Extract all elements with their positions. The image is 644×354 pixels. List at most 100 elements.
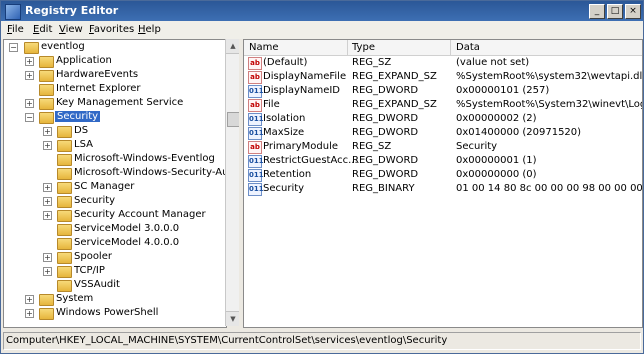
value-row[interactable]: ab File REG_EXPAND_SZ %SystemRoot%\Syste…: [244, 98, 642, 112]
tree-node-system[interactable]: + System: [4, 293, 224, 306]
tree-node-servicemodel-4[interactable]: ServiceModel 4.0.0.0: [4, 237, 224, 250]
expand-toggle-icon[interactable]: +: [43, 211, 52, 220]
tree-node-internet-explorer[interactable]: Internet Explorer: [4, 83, 224, 96]
title-bar[interactable]: Registry Editor _ □ ×: [1, 1, 643, 21]
binary-value-icon: 011: [248, 113, 264, 126]
value-row[interactable]: 011 MaxSize REG_DWORD 0x01400000 (209715…: [244, 126, 642, 140]
tree-node-label: Security: [55, 111, 101, 122]
menu-edit[interactable]: Edit: [33, 24, 52, 35]
expand-toggle-icon[interactable]: +: [25, 309, 34, 318]
tree-node-servicemodel-3[interactable]: ServiceModel 3.0.0.0: [4, 223, 224, 236]
value-type: REG_EXPAND_SZ: [352, 71, 437, 82]
column-divider[interactable]: [347, 40, 348, 55]
expand-toggle-icon[interactable]: +: [43, 197, 52, 206]
close-button[interactable]: ×: [625, 4, 641, 19]
expand-toggle-icon[interactable]: +: [25, 71, 34, 80]
value-type: REG_EXPAND_SZ: [352, 99, 437, 110]
tree-node-tcpip[interactable]: + TCP/IP: [4, 265, 224, 278]
folder-icon: [39, 70, 54, 82]
expand-toggle-icon[interactable]: +: [43, 127, 52, 136]
column-divider[interactable]: [450, 40, 451, 55]
value-name: (Default): [263, 57, 308, 68]
values-list[interactable]: Name Type Data ab (Default) REG_SZ (valu…: [243, 39, 643, 328]
registry-tree[interactable]: − eventlog + Application + HardwareEvent…: [3, 39, 227, 328]
tree-node-label: Windows PowerShell: [56, 307, 159, 318]
value-row[interactable]: ab (Default) REG_SZ (value not set): [244, 56, 642, 70]
value-name: Isolation: [263, 113, 306, 124]
column-header-name[interactable]: Name: [249, 42, 279, 53]
folder-icon: [39, 84, 54, 96]
tree-node-lsa[interactable]: + LSA: [4, 139, 224, 152]
value-name: Security: [263, 183, 305, 194]
folder-icon: [39, 294, 54, 306]
tree-node-security-child[interactable]: + Security: [4, 195, 224, 208]
tree-node-application[interactable]: + Application: [4, 55, 224, 68]
folder-icon: [57, 266, 72, 278]
value-row[interactable]: ab PrimaryModule REG_SZ Security: [244, 140, 642, 154]
tree-node-sc-manager[interactable]: + SC Manager: [4, 181, 224, 194]
folder-icon: [57, 140, 72, 152]
collapse-toggle-icon[interactable]: −: [25, 113, 34, 122]
value-data: 0x00000002 (2): [456, 113, 537, 124]
expand-toggle-icon[interactable]: +: [25, 57, 34, 66]
string-value-icon: ab: [248, 71, 262, 84]
tree-node-eventlog[interactable]: − eventlog: [4, 41, 224, 54]
tree-node-label: Application: [56, 55, 112, 66]
tree-node-vssaudit[interactable]: VSSAudit: [4, 279, 224, 292]
folder-icon: [57, 280, 72, 292]
menu-favorites[interactable]: Favorites: [89, 24, 134, 35]
menu-bar: File Edit View Favorites Help: [1, 21, 643, 39]
value-name: DisplayNameID: [263, 85, 341, 96]
menu-help[interactable]: Help: [138, 24, 161, 35]
value-type: REG_DWORD: [352, 113, 419, 124]
tree-node-security-selected[interactable]: − Security: [4, 111, 224, 124]
tree-node-microsoft-windows-eventlog[interactable]: Microsoft-Windows-Eventlog: [4, 153, 224, 166]
value-type: REG_SZ: [352, 141, 392, 152]
folder-icon: [57, 224, 72, 236]
expand-toggle-icon[interactable]: +: [25, 99, 34, 108]
tree-node-ds[interactable]: + DS: [4, 125, 224, 138]
expand-toggle-icon[interactable]: +: [43, 183, 52, 192]
tree-node-label: DS: [74, 125, 89, 136]
minimize-button[interactable]: _: [589, 4, 605, 19]
value-row[interactable]: 011 DisplayNameID REG_DWORD 0x00000101 (…: [244, 84, 642, 98]
expand-toggle-icon[interactable]: +: [43, 267, 52, 276]
value-row[interactable]: 011 Isolation REG_DWORD 0x00000002 (2): [244, 112, 642, 126]
tree-node-hardwareevents[interactable]: + HardwareEvents: [4, 69, 224, 82]
menu-file[interactable]: File: [7, 24, 24, 35]
value-type: REG_DWORD: [352, 85, 419, 96]
binary-value-icon: 011: [248, 155, 264, 168]
expand-toggle-icon[interactable]: +: [43, 253, 52, 262]
value-name: MaxSize: [263, 127, 305, 138]
tree-vertical-scrollbar[interactable]: ▲ ▼: [225, 39, 240, 326]
collapse-toggle-icon[interactable]: −: [9, 43, 18, 52]
value-row[interactable]: 011 RestrictGuestAcc... REG_DWORD 0x0000…: [244, 154, 642, 168]
tree-node-spooler[interactable]: + Spooler: [4, 251, 224, 264]
value-name: PrimaryModule: [263, 141, 339, 152]
expand-toggle-icon[interactable]: +: [43, 141, 52, 150]
tree-node-key-management-service[interactable]: + Key Management Service: [4, 97, 224, 110]
menu-view[interactable]: View: [59, 24, 83, 35]
value-row[interactable]: 011 Retention REG_DWORD 0x00000000 (0): [244, 168, 642, 182]
string-value-icon: ab: [248, 99, 262, 112]
tree-node-windows-powershell[interactable]: + Windows PowerShell: [4, 307, 224, 320]
value-row[interactable]: ab DisplayNameFile REG_EXPAND_SZ %System…: [244, 70, 642, 84]
tree-node-label: Spooler: [74, 251, 112, 262]
column-header-type[interactable]: Type: [352, 42, 375, 53]
tree-node-security-account-manager[interactable]: + Security Account Manager: [4, 209, 224, 222]
tree-node-microsoft-windows-security-auditing[interactable]: Microsoft-Windows-Security-Auditing: [4, 167, 226, 180]
status-bar: Computer\HKEY_LOCAL_MACHINE\SYSTEM\Curre…: [3, 332, 641, 350]
tree-node-label: eventlog: [41, 41, 85, 52]
expand-toggle-icon[interactable]: +: [25, 295, 34, 304]
folder-icon: [57, 196, 72, 208]
value-data: %SystemRoot%\System32\winevt\Logs\Se: [456, 99, 642, 110]
value-row[interactable]: 011 Security REG_BINARY 01 00 14 80 8c 0…: [244, 182, 642, 196]
window-title: Registry Editor: [25, 4, 119, 17]
scroll-down-arrow-icon[interactable]: ▼: [226, 311, 240, 326]
maximize-button[interactable]: □: [607, 4, 623, 19]
column-header-data[interactable]: Data: [456, 42, 480, 53]
scroll-up-arrow-icon[interactable]: ▲: [226, 39, 240, 54]
value-data: 01 00 14 80 8c 00 00 00 98 00 00 00 14 0…: [456, 183, 643, 194]
folder-open-icon: [24, 42, 39, 54]
tree-node-label: Microsoft-Windows-Eventlog: [74, 153, 215, 164]
